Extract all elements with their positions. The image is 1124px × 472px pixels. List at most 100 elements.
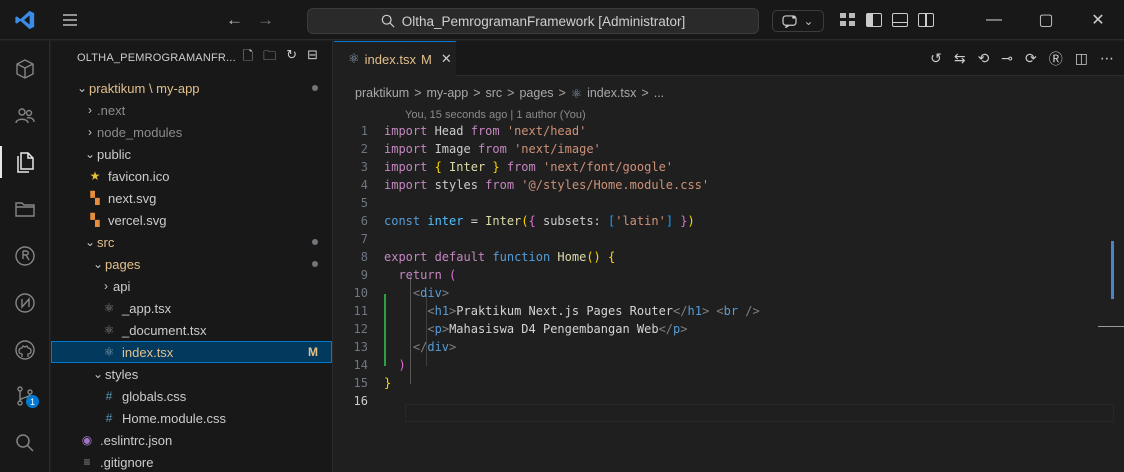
tree-folder-api[interactable]: › api xyxy=(51,275,332,297)
folder-icon[interactable] xyxy=(0,189,50,229)
go-back-icon[interactable]: ⟲ xyxy=(978,50,990,67)
git-blame-codelens[interactable]: You, 15 seconds ago | 1 author (You) xyxy=(405,109,586,121)
tree-file-home-module[interactable]: # Home.module.css xyxy=(51,407,332,429)
maximize-button[interactable]: ▢ xyxy=(1020,0,1072,40)
tree-file-eslintrc[interactable]: ◉ .eslintrc.json xyxy=(51,429,332,451)
extensions-cube-icon[interactable] xyxy=(0,49,50,89)
menu-icon[interactable] xyxy=(50,0,90,40)
source-control-icon[interactable]: 1 xyxy=(0,376,50,416)
split-editor-icon[interactable]: ◫ xyxy=(1075,50,1088,67)
new-file-icon[interactable]: 🗋 xyxy=(243,47,253,69)
breadcrumb-item[interactable]: my-app xyxy=(427,86,469,101)
minimize-button[interactable]: — xyxy=(968,0,1020,40)
tree-label: public xyxy=(97,146,131,162)
tree-folder-src[interactable]: ⌄ src xyxy=(51,231,332,253)
token: { xyxy=(528,214,543,228)
github-icon[interactable] xyxy=(0,330,50,370)
tree-folder-node-modules[interactable]: › node_modules xyxy=(51,121,332,143)
breadcrumb-separator: > xyxy=(507,86,515,100)
breadcrumb-item[interactable]: index.tsx xyxy=(587,86,636,101)
tree-file-app[interactable]: ⚛ _app.tsx xyxy=(51,297,332,319)
tree-folder-public[interactable]: ⌄ public xyxy=(51,143,332,165)
token: h1 xyxy=(687,304,702,318)
back-button[interactable]: ← xyxy=(226,10,243,30)
close-icon[interactable]: ✕ xyxy=(441,51,452,67)
css-file-icon: # xyxy=(105,411,113,425)
tree-file-vercel-svg[interactable]: ▚ vercel.svg xyxy=(51,209,332,231)
tree-file-gitignore[interactable]: ≡ .gitignore xyxy=(51,451,332,472)
tree-folder-styles[interactable]: ⌄ styles xyxy=(51,363,332,385)
customize-layout-icon[interactable] xyxy=(840,13,856,27)
token: from xyxy=(477,142,507,156)
tree-file-favicon[interactable]: ★ favicon.ico xyxy=(51,165,332,187)
token: subsets: xyxy=(542,214,608,228)
refresh-icon[interactable]: ↻ xyxy=(286,47,297,69)
svg-file-icon: ▚ xyxy=(90,191,100,205)
explorer-files-icon[interactable] xyxy=(0,142,50,182)
breadcrumb-item[interactable]: src xyxy=(486,86,503,101)
gitlens-icon[interactable]: Ⓡ xyxy=(1049,49,1063,69)
tree-folder-my-app[interactable]: ⌄ praktikum \ my-app xyxy=(51,77,332,99)
modified-dot xyxy=(312,85,318,91)
breadcrumb-separator: > xyxy=(473,86,481,100)
copilot-icon xyxy=(782,14,798,28)
token: > xyxy=(441,286,450,300)
chevron-right-icon: › xyxy=(88,103,92,117)
timeline-clock-icon[interactable] xyxy=(0,236,50,276)
line-number: 5 xyxy=(360,196,368,210)
search-text: Oltha_PemrogramanFramework [Administrato… xyxy=(401,13,686,29)
search-icon[interactable] xyxy=(0,423,50,463)
code-line: 16 xyxy=(334,392,1114,410)
vertical-scrollbar[interactable] xyxy=(1111,241,1114,299)
tree-folder-pages[interactable]: ⌄ pages xyxy=(51,253,332,275)
close-window-button[interactable]: ✕ xyxy=(1072,0,1124,40)
react-file-icon: ⚛ xyxy=(570,87,583,101)
token: < xyxy=(427,322,435,336)
token: from xyxy=(470,124,500,138)
line-number: 6 xyxy=(360,214,368,228)
line-number: 12 xyxy=(353,322,368,336)
collapse-all-icon[interactable]: ⊟ xyxy=(307,47,318,69)
token: } xyxy=(673,214,688,228)
timeline-icon[interactable]: ↺ xyxy=(930,50,942,67)
commit-icon[interactable]: ⊸ xyxy=(1001,50,1013,67)
tab-index-tsx[interactable]: ⚛ index.tsx M ✕ xyxy=(334,41,456,76)
copilot-button[interactable]: ⌄ xyxy=(772,10,824,32)
code-line: 2 import Image from 'next/image' xyxy=(334,140,1114,158)
tree-label: node_modules xyxy=(97,124,183,140)
explorer-header: OLTHA_PEMROGRAMANFR... 🗋 🗀 ↻ ⊟ xyxy=(51,41,332,74)
breadcrumb-item[interactable]: pages xyxy=(519,86,553,101)
breadcrumb-item[interactable]: praktikum xyxy=(355,86,409,101)
go-forward-icon[interactable]: ⟳ xyxy=(1025,50,1037,67)
chevron-right-icon: › xyxy=(104,279,108,293)
search-icon xyxy=(381,14,395,28)
remote-explorer-icon[interactable] xyxy=(0,283,50,323)
tree-file-globals[interactable]: # globals.css xyxy=(51,385,332,407)
token: function xyxy=(492,250,551,264)
chevron-down-icon: ⌄ xyxy=(76,81,88,95)
toggle-primary-sidebar-icon[interactable] xyxy=(866,13,882,27)
token: () xyxy=(586,250,601,264)
react-file-icon: ⚛ xyxy=(103,345,115,359)
tree-folder-next[interactable]: › .next xyxy=(51,99,332,121)
token: from xyxy=(485,178,515,192)
command-center-search[interactable]: Oltha_PemrogramanFramework [Administrato… xyxy=(307,8,759,34)
tree-file-document[interactable]: ⚛ _document.tsx xyxy=(51,319,332,341)
toggle-secondary-sidebar-icon[interactable] xyxy=(918,13,934,27)
accounts-group-icon[interactable] xyxy=(0,96,50,136)
activity-bar: 1 xyxy=(0,41,50,472)
toggle-panel-icon[interactable] xyxy=(892,13,908,27)
breadcrumb-separator: > xyxy=(558,86,566,100)
new-folder-icon[interactable]: 🗀 xyxy=(263,47,276,69)
chevron-down-icon: ⌄ xyxy=(84,147,96,161)
breadcrumb-item[interactable]: ... xyxy=(654,86,664,101)
tree-file-next-svg[interactable]: ▚ next.svg xyxy=(51,187,332,209)
more-actions-icon[interactable]: ⋯ xyxy=(1100,50,1114,67)
code-line: 13 </div> xyxy=(334,338,1114,356)
forward-button[interactable]: → xyxy=(257,10,274,30)
tree-label: _app.tsx xyxy=(122,300,172,316)
compare-changes-icon[interactable]: ⇆ xyxy=(954,50,966,67)
tree-file-index[interactable]: ⚛ index.tsx M xyxy=(51,341,332,363)
token: { xyxy=(427,160,450,174)
line-number: 13 xyxy=(353,340,368,354)
